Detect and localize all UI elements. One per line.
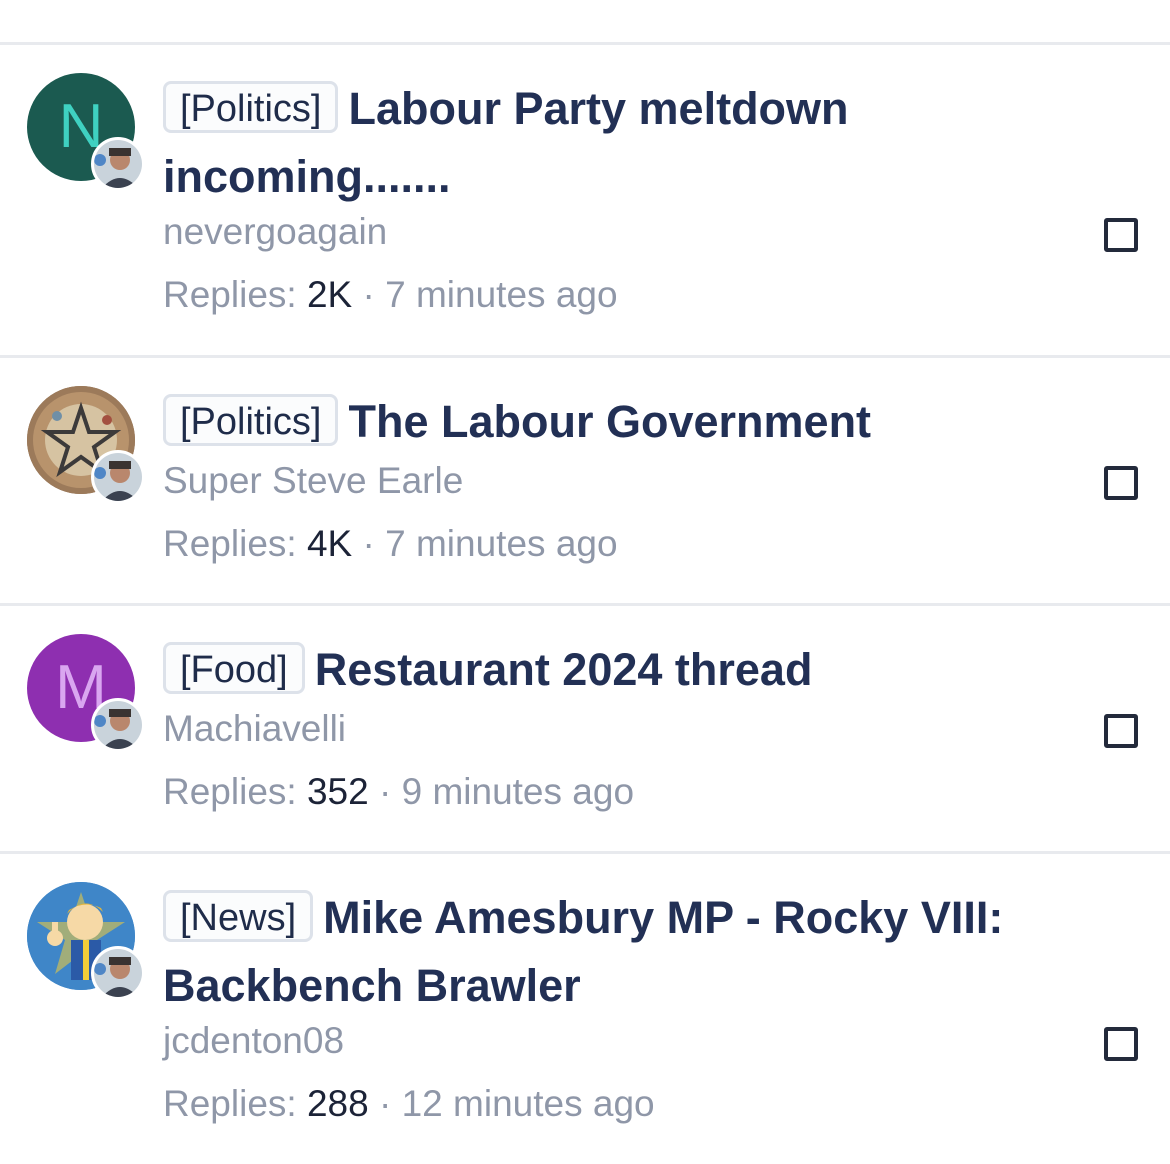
thread-title[interactable]: [Politics] Labour Party meltdown incoming… (163, 75, 1093, 211)
thread-time: 7 minutes ago (385, 523, 618, 564)
replies-label: Replies: (163, 523, 297, 564)
avatar[interactable]: M (27, 634, 149, 756)
thread-meta: Replies: 4K · 7 minutes ago (163, 523, 618, 565)
thread-meta: Replies: 288 · 12 minutes ago (163, 1083, 655, 1125)
meta-separator: · (362, 523, 375, 564)
thread-time: 12 minutes ago (401, 1083, 655, 1124)
replies-count: 4K (306, 523, 353, 564)
person-photo-icon (94, 949, 142, 997)
thread-meta: Replies: 352 · 9 minutes ago (163, 771, 634, 813)
thread-title-text[interactable]: Restaurant 2024 thread (315, 644, 813, 695)
last-poster-avatar[interactable] (91, 698, 145, 752)
thread-select-checkbox[interactable] (1104, 466, 1138, 500)
person-photo-icon (94, 453, 142, 501)
person-photo-icon (94, 140, 142, 188)
thread-item[interactable]: [News] Mike Amesbury MP - Rocky VIII: Bac… (0, 854, 1170, 1164)
thread-prefix[interactable]: [News] (163, 890, 314, 942)
thread-author[interactable]: Machiavelli (163, 708, 346, 750)
last-poster-avatar[interactable] (91, 137, 145, 191)
thread-time: 9 minutes ago (401, 771, 635, 812)
thread-select-checkbox[interactable] (1104, 1027, 1138, 1061)
thread-title[interactable]: [News] Mike Amesbury MP - Rocky VIII: Bac… (163, 884, 1093, 1020)
previous-thread-remnant (0, 0, 1170, 45)
replies-label: Replies: (163, 771, 297, 812)
thread-item[interactable]: M [Food] Restaurant 2024 thread Machiavel… (0, 606, 1170, 854)
meta-separator: · (362, 274, 375, 315)
replies-count: 2K (306, 274, 353, 315)
thread-item[interactable]: [Politics] The Labour Government Super St… (0, 358, 1170, 606)
avatar[interactable]: N (27, 73, 149, 195)
thread-select-checkbox[interactable] (1104, 218, 1138, 252)
replies-count: 352 (306, 771, 369, 812)
meta-separator: · (378, 1083, 392, 1124)
last-poster-avatar[interactable] (91, 946, 145, 1000)
avatar[interactable] (27, 882, 149, 1004)
thread-author[interactable]: nevergoagain (163, 211, 387, 253)
thread-prefix[interactable]: [Food] (163, 642, 305, 694)
person-photo-icon (94, 701, 142, 749)
replies-count: 288 (306, 1083, 369, 1124)
replies-label: Replies: (163, 1083, 297, 1124)
replies-label: Replies: (163, 274, 297, 315)
last-poster-avatar[interactable] (91, 450, 145, 504)
thread-title[interactable]: [Politics] The Labour Government (163, 388, 1093, 456)
thread-author[interactable]: jcdenton08 (163, 1020, 344, 1062)
meta-separator: · (378, 771, 392, 812)
thread-meta: Replies: 2K · 7 minutes ago (163, 274, 618, 316)
thread-prefix[interactable]: [Politics] (163, 394, 339, 446)
thread-time: 7 minutes ago (385, 274, 618, 315)
avatar[interactable] (27, 386, 149, 508)
thread-select-checkbox[interactable] (1104, 714, 1138, 748)
thread-title-text[interactable]: The Labour Government (348, 396, 871, 447)
thread-title[interactable]: [Food] Restaurant 2024 thread (163, 636, 1093, 704)
thread-item[interactable]: N [Politics] Labour Party meltdown incomi… (0, 45, 1170, 358)
thread-prefix[interactable]: [Politics] (163, 81, 339, 133)
thread-author[interactable]: Super Steve Earle (163, 460, 463, 502)
